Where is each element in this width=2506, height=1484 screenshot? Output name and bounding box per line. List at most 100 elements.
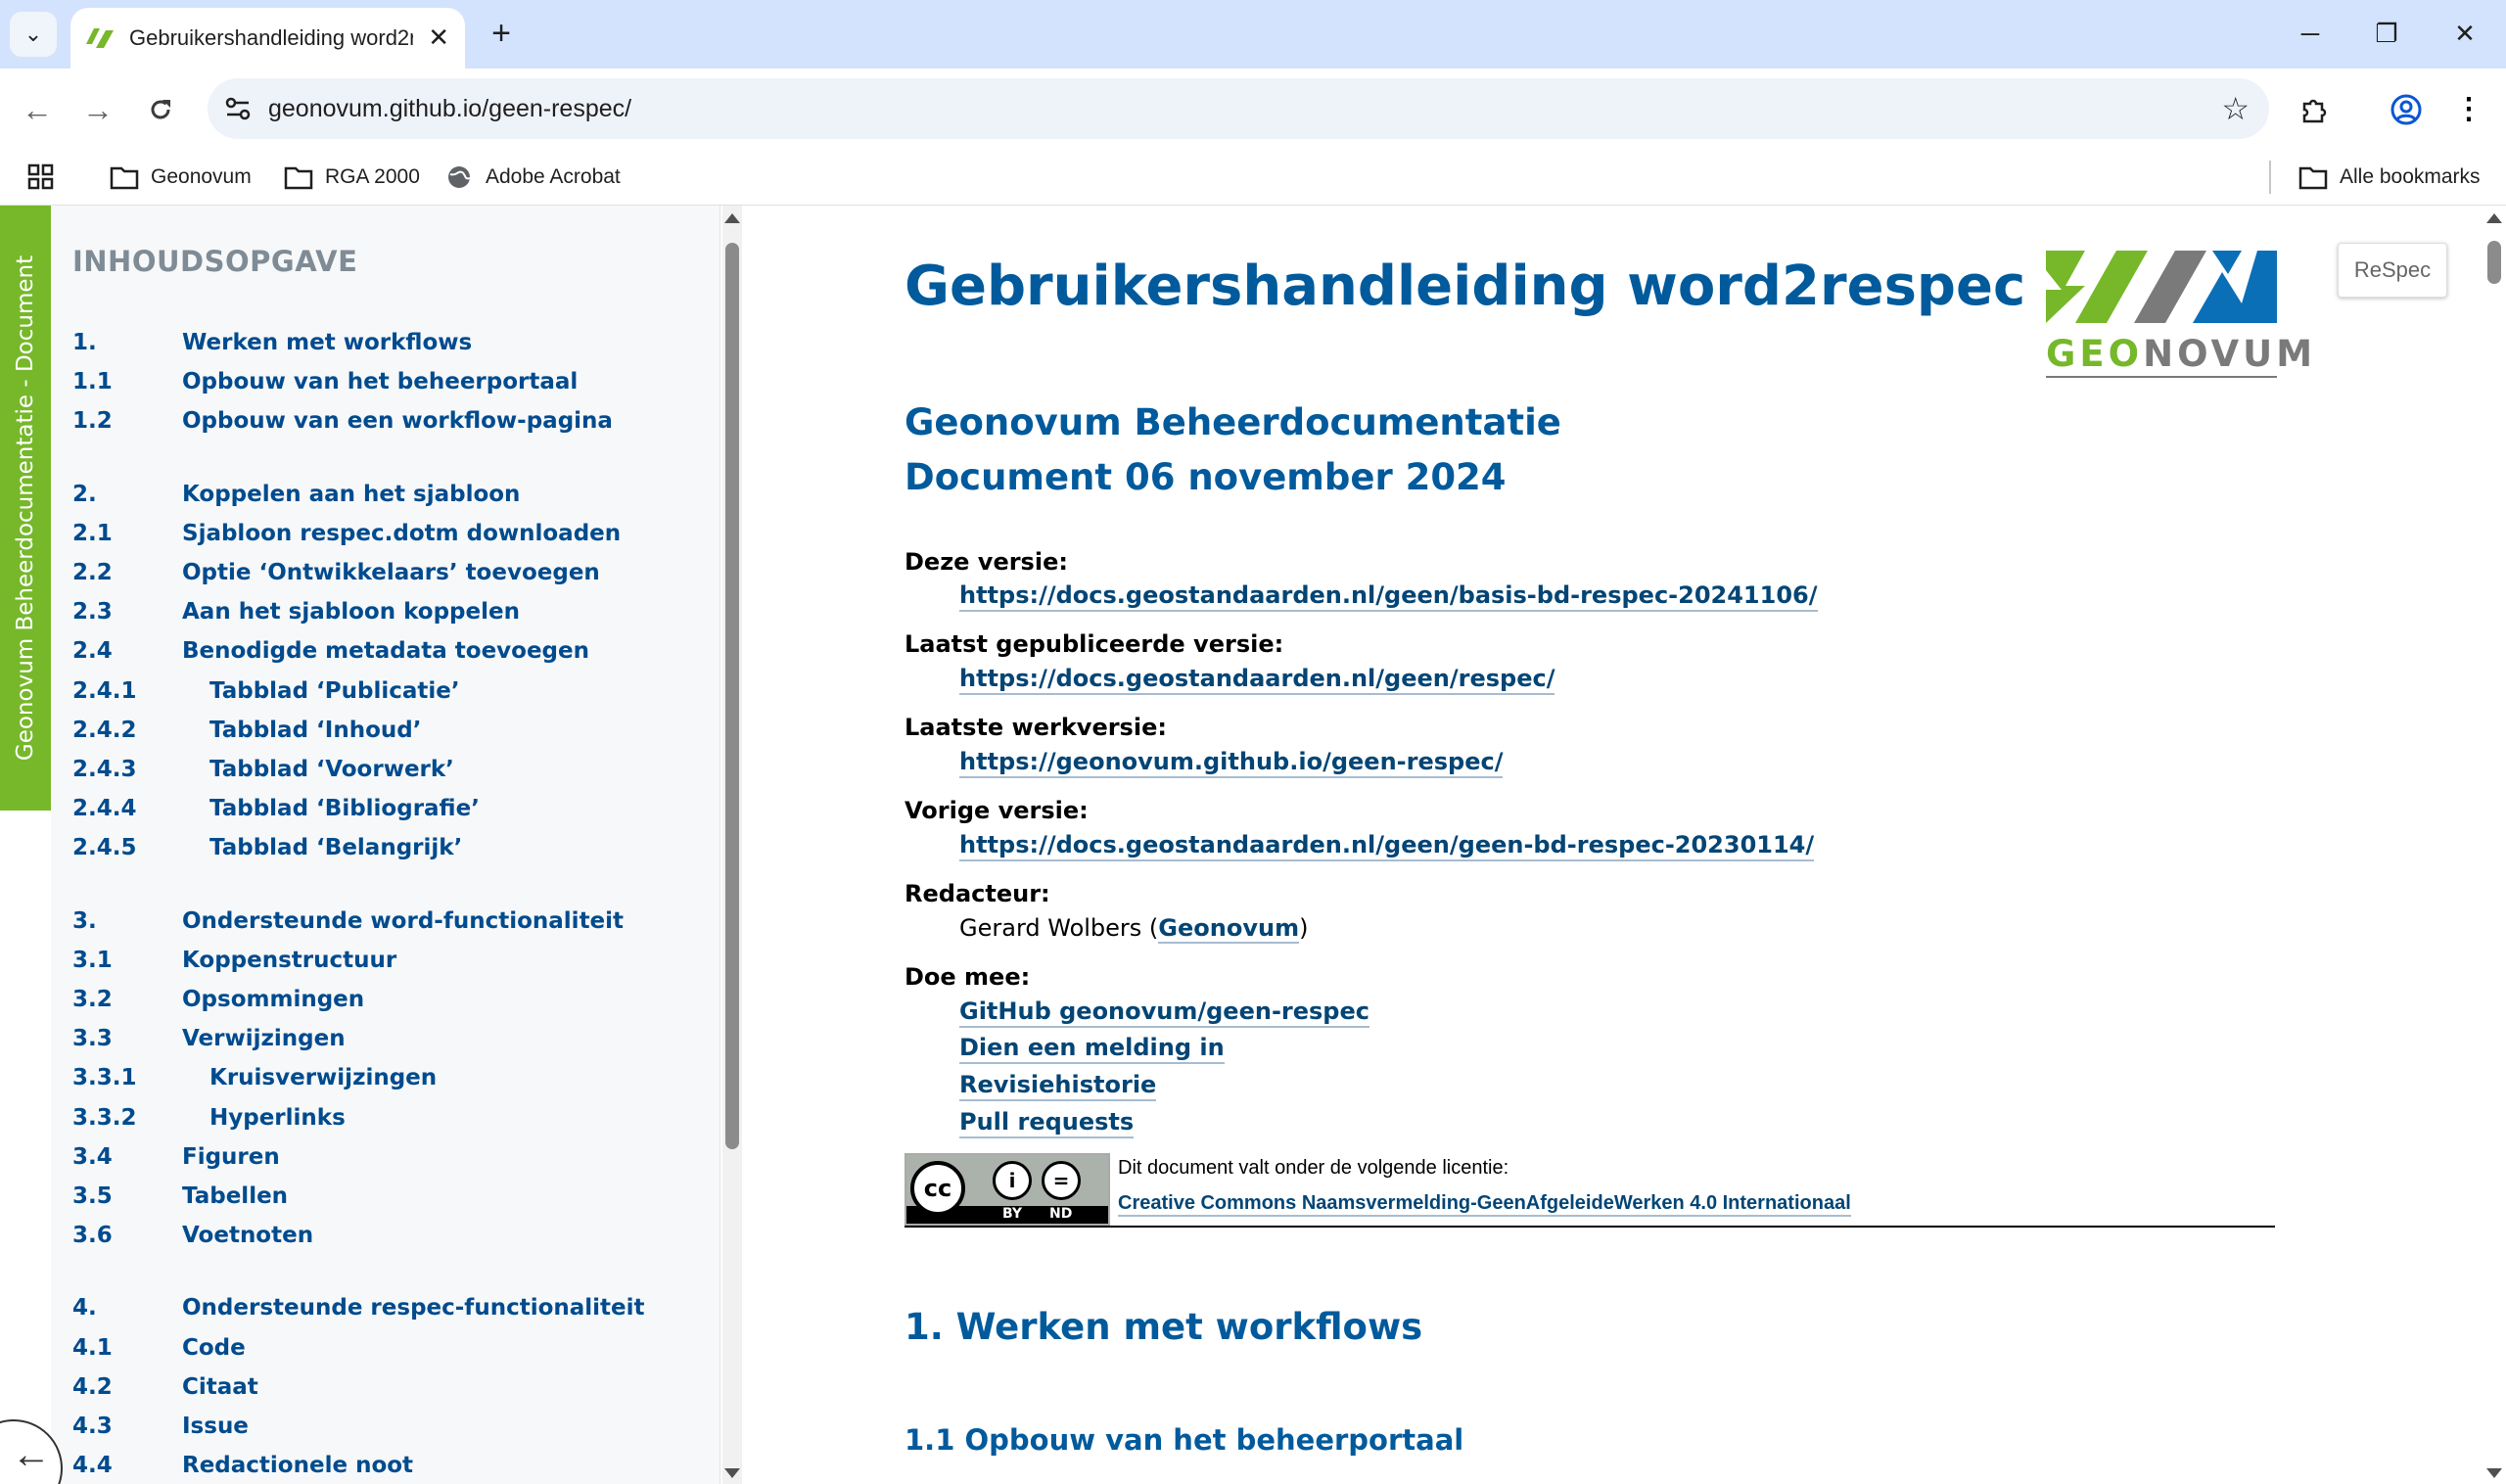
toc-item-title: Opbouw van een workflow-pagina xyxy=(182,408,613,434)
this-version-link[interactable]: https://docs.geostandaarden.nl/geen/basi… xyxy=(959,581,1818,612)
bookmark-geonovum[interactable]: Geonovum xyxy=(110,159,252,196)
tab-search-button[interactable]: ⌄ xyxy=(10,12,57,57)
bookmark-label: Geonovum xyxy=(151,165,252,188)
github-link[interactable]: GitHub geonovum/geen-respec xyxy=(959,997,1369,1028)
bookmark-star-icon[interactable]: ☆ xyxy=(2221,90,2250,127)
address-bar[interactable]: geonovum.github.io/geen-respec/ ☆ xyxy=(208,78,2269,139)
previous-version-link[interactable]: https://docs.geostandaarden.nl/geen/geen… xyxy=(959,831,1815,861)
profile-icon xyxy=(2390,94,2422,125)
bookmark-adobe-acrobat[interactable]: Adobe Acrobat xyxy=(444,159,621,196)
toc-item-number: 3.3.1 xyxy=(72,1065,137,1090)
toc-item-title: Benodigde metadata toevoegen xyxy=(182,638,589,664)
toc-item-title: Tabblad ‘Belangrijk’ xyxy=(209,835,463,860)
toc-item[interactable]: 2.2 Optie ‘Ontwikkelaars’ toevoegen xyxy=(72,555,600,590)
new-tab-button[interactable]: + xyxy=(483,16,520,53)
toc-item[interactable]: 3.6 Voetnoten xyxy=(72,1218,313,1253)
toc-item[interactable]: 4.2 Citaat xyxy=(72,1369,258,1405)
close-window-button[interactable]: ✕ xyxy=(2436,14,2494,53)
menu-button[interactable]: ⋮ xyxy=(2447,88,2490,131)
arrow-right-icon: → xyxy=(82,92,114,127)
toc-item-number: 2. xyxy=(72,482,97,507)
toc-item[interactable]: 4.4 Redactionele noot xyxy=(72,1448,413,1483)
toc-item[interactable]: 2.4 Benodigde metadata toevoegen xyxy=(72,633,589,669)
toc-item[interactable]: 1.2 Opbouw van een workflow-pagina xyxy=(72,403,613,439)
revision-history-link[interactable]: Revisiehistorie xyxy=(959,1071,1157,1101)
extensions-button[interactable] xyxy=(2293,88,2336,131)
toc-item[interactable]: 2.4.4 Tabblad ‘Bibliografie’ xyxy=(72,791,480,826)
bookmark-rga-2000[interactable]: RGA 2000 xyxy=(284,159,420,196)
latest-published-link[interactable]: https://docs.geostandaarden.nl/geen/resp… xyxy=(959,665,1555,695)
scroll-up-arrow-icon[interactable] xyxy=(724,213,740,223)
folder-icon xyxy=(110,162,139,192)
toc-item[interactable]: 2.4.3 Tabblad ‘Voorwerk’ xyxy=(72,752,454,787)
bookmarks-separator xyxy=(2269,161,2271,194)
toc-item[interactable]: 3.3 Verwijzingen xyxy=(72,1021,346,1056)
toc-item[interactable]: 3.3.2 Hyperlinks xyxy=(72,1100,346,1136)
folder-icon xyxy=(2298,162,2328,192)
pull-requests-link[interactable]: Pull requests xyxy=(959,1108,1135,1138)
toc-item[interactable]: 1. Werken met workflows xyxy=(72,325,472,360)
toc-item[interactable]: 3.3.1 Kruisverwijzingen xyxy=(72,1060,437,1095)
active-tab[interactable]: Gebruikershandleiding word2re ✕ xyxy=(70,8,465,69)
toc-item[interactable]: 2.4.1 Tabblad ‘Publicatie’ xyxy=(72,673,460,709)
back-button[interactable]: ← xyxy=(16,88,59,131)
minimize-button[interactable]: ─ xyxy=(2281,14,2340,53)
page-scrollbar[interactable] xyxy=(2483,206,2506,1484)
toc-item[interactable]: 3. Ondersteunde word-functionaliteit xyxy=(72,904,624,939)
toc-item-title: Voetnoten xyxy=(182,1223,314,1248)
toc-item-number: 4.1 xyxy=(72,1335,113,1361)
toc-item[interactable]: 3.5 Tabellen xyxy=(72,1179,288,1214)
toc-item-title: Koppenstructuur xyxy=(182,948,397,973)
toc-item[interactable]: 3.1 Koppenstructuur xyxy=(72,943,396,978)
toc-item-number: 2.4 xyxy=(72,638,113,664)
toc-item[interactable]: 4.3 Issue xyxy=(72,1409,249,1444)
toc-item-number: 3.6 xyxy=(72,1223,113,1248)
toc-item[interactable]: 2.4.2 Tabblad ‘Inhoud’ xyxy=(72,713,421,748)
toc-item-title: Tabblad ‘Voorwerk’ xyxy=(209,757,454,782)
toc-item[interactable]: 2.1 Sjabloon respec.dotm downloaden xyxy=(72,516,621,551)
toc-item-title: Citaat xyxy=(182,1374,258,1400)
reload-button[interactable] xyxy=(139,88,182,131)
close-tab-icon[interactable]: ✕ xyxy=(428,22,449,53)
toc-item-title: Figuren xyxy=(182,1144,280,1170)
respec-button[interactable]: ReSpec xyxy=(2338,243,2447,298)
profile-button[interactable] xyxy=(2385,88,2428,131)
toc-item-title: Verwijzingen xyxy=(182,1026,346,1051)
scroll-up-arrow-icon[interactable] xyxy=(2486,213,2502,223)
toc-item[interactable]: 2.3 Aan het sjabloon koppelen xyxy=(72,594,520,629)
scroll-down-arrow-icon[interactable] xyxy=(724,1468,740,1478)
cc-logo-icon: cc xyxy=(910,1161,965,1216)
geonovum-logo[interactable]: GEONOVUM xyxy=(2046,251,2312,378)
participate-label: Doe mee: xyxy=(905,963,1031,991)
bookmark-label: Adobe Acrobat xyxy=(486,165,621,188)
toc-item-number: 2.2 xyxy=(72,560,113,585)
toc-item[interactable]: 4. Ondersteunde respec-functionaliteit xyxy=(72,1290,645,1325)
scroll-down-arrow-icon[interactable] xyxy=(2486,1468,2502,1478)
toc-item[interactable]: 2. Koppelen aan het sjabloon xyxy=(72,477,520,512)
cc-license-badge[interactable]: cc i = BY ND xyxy=(905,1153,1110,1226)
bookmark-label: RGA 2000 xyxy=(325,165,420,188)
toc-item-title: Ondersteunde word-functionaliteit xyxy=(182,908,625,934)
forward-button[interactable]: → xyxy=(76,88,119,131)
all-bookmarks-button[interactable]: Alle bookmarks xyxy=(2298,159,2481,196)
toc-item[interactable]: 4.1 Code xyxy=(72,1330,246,1366)
toc-item[interactable]: 3.2 Opsommingen xyxy=(72,982,364,1017)
file-issue-link[interactable]: Dien een melding in xyxy=(959,1034,1225,1064)
editor-org-link[interactable]: Geonovum xyxy=(1158,914,1300,944)
toc-item[interactable]: 2.4.5 Tabblad ‘Belangrijk’ xyxy=(72,830,462,865)
toc-toggle-tab[interactable]: Geonovum Beheerdocumentatie - Document xyxy=(0,206,51,811)
license-link[interactable]: Creative Commons Naamsvermelding-GeenAfg… xyxy=(1118,1192,1851,1217)
toc-scrollbar[interactable] xyxy=(722,206,742,1484)
editor-close-paren: ) xyxy=(1299,914,1309,942)
toc-item-number: 3. xyxy=(72,908,97,934)
toc-scrollbar-thumb[interactable] xyxy=(725,243,739,1149)
restore-button[interactable]: ❐ xyxy=(2357,14,2416,53)
apps-button[interactable] xyxy=(27,159,55,196)
site-info-icon[interactable] xyxy=(221,92,255,125)
toc-item[interactable]: 3.4 Figuren xyxy=(72,1139,280,1175)
toc-item[interactable]: 1.1 Opbouw van het beheerportaal xyxy=(72,364,578,399)
arrow-left-icon: ← xyxy=(22,92,53,127)
latest-draft-link[interactable]: https://geonovum.github.io/geen-respec/ xyxy=(959,748,1504,778)
reload-icon xyxy=(151,100,170,119)
page-scrollbar-thumb[interactable] xyxy=(2487,241,2501,284)
